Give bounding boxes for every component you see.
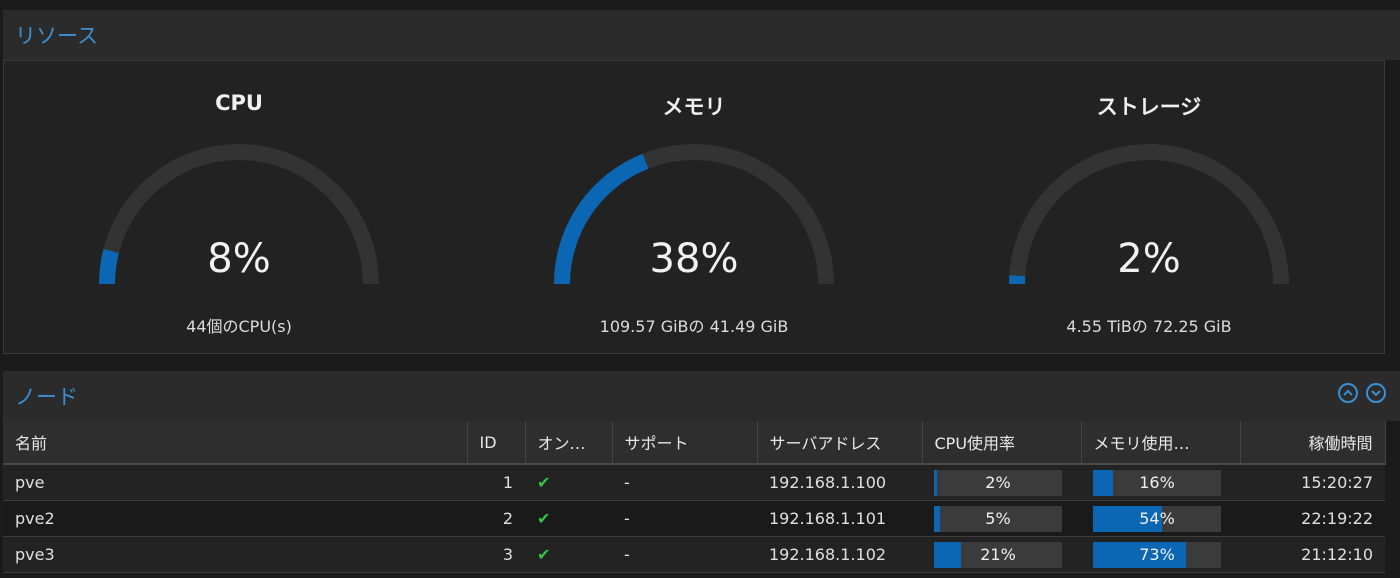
nodes-table-header: 名前 ID オン… サポート サーバアドレス CPU使用率 メモリ使用… 稼働時… [3,421,1386,465]
memory-usage-text: 16% [1139,473,1175,492]
column-header-id[interactable]: ID [467,421,526,465]
nodes-title: ノード [15,385,78,409]
column-header-online[interactable]: オン… [525,421,613,465]
memory-gauge-title: メモリ [662,95,726,119]
node-name: pve2 [3,500,467,537]
expand-down-button[interactable] [1366,383,1386,403]
memory-usage-text: 54% [1139,509,1175,528]
online-status: ✔ [525,536,612,573]
node-address: 192.168.1.100 [757,464,922,501]
node-id: 2 [467,500,525,537]
node-id: 1 [467,464,525,501]
storage-gauge-value: 2% [1117,236,1181,282]
online-status: ✔ [525,464,612,501]
node-support: - [612,500,757,537]
node-address: 192.168.1.102 [757,536,922,573]
cpu-usage-text: 21% [980,545,1016,564]
cpu-usage-cell: 2% [922,464,1081,501]
column-header-memory-usage[interactable]: メモリ使用… [1081,421,1241,465]
table-row[interactable]: pve 1 ✔ - 192.168.1.100 2% 16% 15:20:27 [3,464,1385,501]
memory-usage-bar: 54% [1093,505,1221,532]
memory-usage-cell: 16% [1081,464,1240,501]
cpu-gauge-title: CPU [215,91,263,115]
memory-usage-text: 73% [1139,545,1175,564]
cpu-gauge-subtitle: 44個のCPU(s) [186,317,292,336]
check-icon: ✔ [537,545,551,564]
storage-gauge: ストレージ 2% 4.55 TiBの 72.25 GiB [919,61,1379,355]
resources-title: リソース [15,24,98,48]
column-header-address[interactable]: サーバアドレス [757,421,923,465]
cpu-gauge-value: 8% [207,236,271,282]
node-name: pve [3,464,467,501]
storage-gauge-title: ストレージ [1096,95,1202,119]
node-uptime: 15:20:27 [1240,464,1385,501]
check-icon: ✔ [537,509,551,528]
node-uptime: 22:19:22 [1240,500,1385,537]
nodes-header-tools [1338,383,1386,403]
nodes-table: 名前 ID オン… サポート サーバアドレス CPU使用率 メモリ使用… 稼働時… [3,421,1386,573]
node-uptime: 21:12:10 [1240,536,1385,573]
cpu-usage-bar: 5% [934,505,1062,532]
cpu-usage-cell: 5% [922,500,1081,537]
memory-gauge-subtitle: 109.57 GiBの 41.49 GiB [599,317,789,336]
storage-gauge-subtitle: 4.55 TiBの 72.25 GiB [1066,317,1232,336]
resources-panel-header: リソース [3,10,1400,60]
memory-usage-bar: 16% [1093,469,1221,496]
chevron-down-icon [1371,390,1381,397]
column-header-name[interactable]: 名前 [3,421,468,465]
node-support: - [612,536,757,573]
cpu-usage-text: 2% [985,473,1011,492]
memory-gauge: メモリ 38% 109.57 GiBの 41.49 GiB [464,61,924,355]
column-header-support[interactable]: サポート [612,421,758,465]
table-row[interactable]: pve3 3 ✔ - 192.168.1.102 21% 73% 21:12:1… [3,536,1385,573]
online-status: ✔ [525,500,612,537]
column-header-uptime[interactable]: 稼働時間 [1240,421,1386,465]
memory-usage-cell: 73% [1081,536,1240,573]
memory-usage-bar: 73% [1093,541,1221,568]
node-id: 3 [467,536,525,573]
memory-usage-cell: 54% [1081,500,1240,537]
cpu-usage-cell: 21% [922,536,1081,573]
cpu-usage-text: 5% [985,509,1011,528]
collapse-up-button[interactable] [1338,383,1358,403]
check-icon: ✔ [537,473,551,492]
cpu-usage-bar: 21% [934,541,1062,568]
resources-panel: CPU 8% 44個のCPU(s) メモリ 38% 109.57 GiBの 41… [3,60,1385,354]
cpu-usage-bar: 2% [934,469,1062,496]
memory-gauge-value: 38% [649,236,739,282]
node-support: - [612,464,757,501]
table-row[interactable]: pve2 2 ✔ - 192.168.1.101 5% 54% 22:19:22 [3,500,1385,537]
column-header-cpu-usage[interactable]: CPU使用率 [922,421,1082,465]
node-name: pve3 [3,536,467,573]
cpu-gauge: CPU 8% 44個のCPU(s) [9,61,469,355]
nodes-panel-header: ノード [3,371,1400,421]
node-address: 192.168.1.101 [757,500,922,537]
chevron-up-icon [1343,389,1353,396]
